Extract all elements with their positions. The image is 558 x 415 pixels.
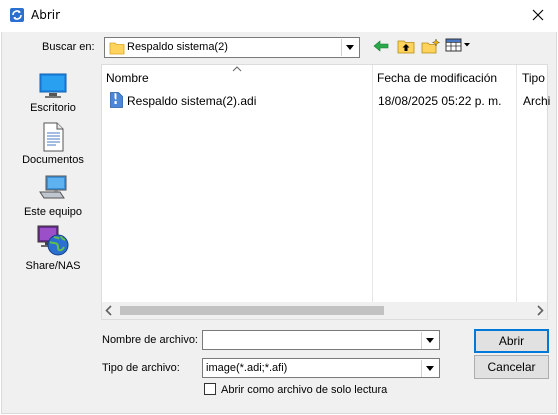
- cancel-button[interactable]: Cancelar: [474, 355, 549, 379]
- file-list[interactable]: Nombre Fecha de modificación Tipo Respal…: [101, 64, 551, 320]
- filename-input[interactable]: [205, 332, 419, 348]
- filename-label: Nombre de archivo:: [102, 334, 198, 346]
- file-row[interactable]: Respaldo sistema(2).adi 18/08/2025 05:22…: [102, 91, 551, 109]
- up-folder-icon[interactable]: [397, 38, 415, 57]
- chevron-down-icon[interactable]: [341, 39, 358, 56]
- scroll-right-icon[interactable]: [536, 305, 544, 316]
- open-button-label: Abrir: [498, 334, 525, 348]
- filetype-combo[interactable]: image(*.adi;*.afi): [202, 358, 440, 378]
- place-label: Escritorio: [30, 102, 76, 114]
- new-folder-icon[interactable]: [421, 38, 441, 57]
- lookin-combo[interactable]: Respaldo sistema(2): [104, 37, 360, 58]
- places-bar: Escritorio Documentos Este equipo Share/…: [9, 64, 97, 288]
- place-label: Documentos: [22, 154, 84, 166]
- place-documents[interactable]: Documentos: [9, 122, 97, 166]
- filetype-value: image(*.adi;*.afi): [206, 362, 288, 374]
- close-icon: [532, 9, 544, 21]
- column-header-type[interactable]: Tipo: [522, 65, 558, 89]
- computer-icon: [39, 175, 67, 199]
- file-type: Archi: [523, 94, 551, 108]
- place-this-pc[interactable]: Este equipo: [9, 174, 97, 218]
- zip-file-icon: [110, 92, 123, 108]
- filename-combo[interactable]: [202, 330, 440, 350]
- app-icon: [9, 7, 25, 23]
- documents-icon: [43, 122, 64, 152]
- scroll-left-icon[interactable]: [105, 305, 113, 316]
- close-button[interactable]: [520, 2, 556, 28]
- column-header-date[interactable]: Fecha de modificación: [377, 65, 517, 89]
- title-bar: [0, 0, 558, 32]
- folder-icon: [109, 42, 125, 55]
- place-share-nas[interactable]: Share/NAS: [9, 224, 97, 272]
- network-globe-icon: [37, 225, 69, 256]
- readonly-checkbox[interactable]: [204, 383, 216, 395]
- place-desktop[interactable]: Escritorio: [9, 72, 97, 114]
- scrollbar-thumb[interactable]: [120, 306, 384, 315]
- readonly-label[interactable]: Abrir como archivo de solo lectura: [221, 384, 387, 396]
- desktop-icon: [39, 73, 67, 98]
- place-label: Este equipo: [23, 206, 83, 218]
- lookin-value: Respaldo sistema(2): [127, 41, 228, 53]
- file-name: Respaldo sistema(2).adi: [127, 94, 257, 108]
- cancel-button-label: Cancelar: [487, 360, 536, 374]
- open-button[interactable]: Abrir: [474, 329, 549, 353]
- horizontal-scrollbar[interactable]: [102, 302, 547, 319]
- lookin-label: Buscar en:: [42, 41, 95, 53]
- place-label: Share/NAS: [25, 260, 81, 272]
- window-title: Abrir: [31, 8, 61, 22]
- file-date: 18/08/2025 05:22 p. m.: [378, 94, 502, 108]
- filetype-label: Tipo de archivo:: [102, 362, 180, 374]
- column-header-name[interactable]: Nombre: [106, 65, 372, 89]
- chevron-down-icon[interactable]: [421, 332, 438, 349]
- chevron-down-icon[interactable]: [421, 360, 438, 377]
- back-arrow-icon[interactable]: [373, 39, 389, 56]
- view-menu-icon[interactable]: [445, 38, 471, 55]
